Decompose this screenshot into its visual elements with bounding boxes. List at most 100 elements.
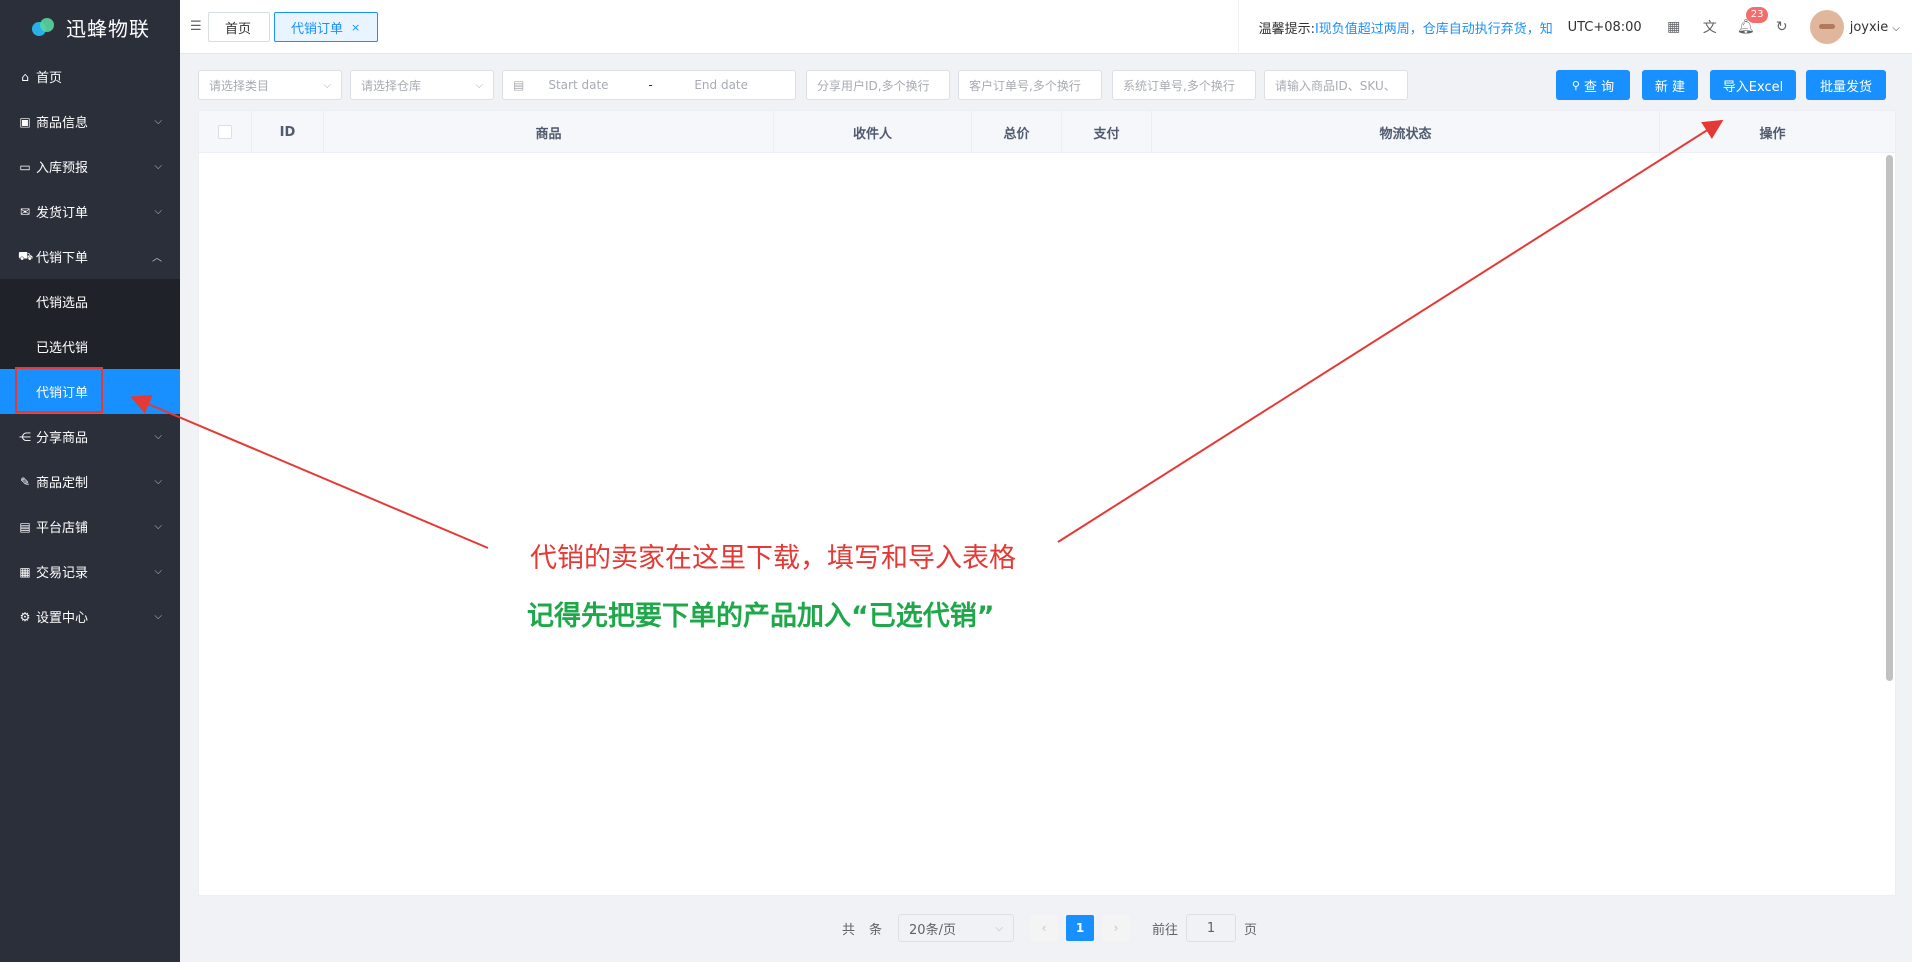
product-search-placeholder: 请输入商品ID、SKU、 [1275,78,1396,93]
column-header-payment[interactable]: 支付 [1062,111,1152,153]
start-date-input[interactable]: Start date [548,78,648,92]
grid-icon[interactable]: ▦ [1656,19,1692,35]
orders-table: ID 商品 收件人 总价 支付 物流状态 操作 [198,110,1896,896]
logo[interactable]: 迅蜂物联 [0,0,180,54]
top-header: ☰ 首页 代销订单 × 温馨提示: I现负值超过两周，仓库自动执行弃货，知 UT… [180,0,1912,54]
chevron-down-icon: ⌵ [475,79,483,91]
tab-label: 代销订单 [291,21,344,37]
column-header-total[interactable]: 总价 [972,111,1062,153]
folder-icon: ▭ [19,159,31,174]
chevron-down-icon: ⌵ [154,566,162,577]
settings-icon: ⚙ [19,609,31,624]
warehouse-select[interactable]: 请选择仓库 ⌵ [350,70,494,100]
page-number-current[interactable]: 1 [1066,915,1095,941]
table-scrollbar[interactable] [1886,155,1893,681]
column-header-recipient[interactable]: 收件人 [774,111,972,153]
sidebar-item-shipping-orders[interactable]: ✉ 发货订单 ⌵ [0,189,180,234]
chevron-down-icon: ⌵ [323,79,331,91]
sidebar-item-label: 发货订单 [36,206,89,221]
system-order-input[interactable]: 系统订单号,多个换行 [1112,70,1256,100]
sidebar: 迅蜂物联 ⌂ 首页 ▣ 商品信息 ⌵ ▭ 入库预报 ⌵ ✉ 发货订单 ⌵ ⛟ 代… [0,0,180,962]
tab-consignment-orders[interactable]: 代销订单 × [274,12,378,42]
calendar-icon: ▤ [513,78,525,92]
query-button[interactable]: ⚲ 查 询 [1556,70,1630,100]
page-suffix: 页 [1244,922,1258,938]
sidebar-item-home[interactable]: ⌂ 首页 [0,54,180,99]
annotation-reminder: 记得先把要下单的产品加入“已选代销” [527,601,995,632]
logo-icon [30,16,58,38]
chevron-up-icon: ︿ [152,253,162,264]
column-header-product[interactable]: 商品 [324,111,774,153]
share-icon: ⋲ [19,429,31,444]
chevron-left-icon: ‹ [1041,921,1047,935]
sidebar-item-share-products[interactable]: ⋲ 分享商品 ⌵ [0,414,180,459]
filter-toolbar: 请选择类目 ⌵ 请选择仓库 ⌵ ▤ Start date - End date 分享… [198,70,1898,102]
date-separator: - [648,78,653,92]
batch-ship-button[interactable]: 批量发货 [1806,70,1886,100]
sidebar-item-transactions[interactable]: ▦ 交易记录 ⌵ [0,549,180,594]
sidebar-item-customization[interactable]: ✎ 商品定制 ⌵ [0,459,180,504]
translate-icon[interactable]: 文 [1692,17,1728,37]
prev-page-button[interactable]: ‹ [1030,915,1059,941]
customer-order-input[interactable]: 客户订单号,多个换行 [958,70,1102,100]
collapse-menu-icon[interactable]: ☰ [190,19,202,34]
select-all-checkbox[interactable] [218,125,232,139]
pagination: 共 条 20条/页 ⌵ ‹ 1 › 前往 1 页 [842,914,1257,942]
sidebar-item-platform-stores[interactable]: ▤ 平台店铺 ⌵ [0,504,180,549]
category-placeholder: 请选择类目 [209,78,270,93]
date-range-picker[interactable]: ▤ Start date - End date [502,70,796,100]
page-size-select[interactable]: 20条/页 ⌵ [898,914,1015,942]
sidebar-item-product-info[interactable]: ▣ 商品信息 ⌵ [0,99,180,144]
username[interactable]: joyxie ⌵ [1850,20,1900,35]
create-button[interactable]: 新 建 [1642,70,1698,100]
avatar[interactable] [1809,10,1844,44]
category-select[interactable]: 请选择类目 ⌵ [198,70,342,100]
goto-page-input[interactable]: 1 [1186,914,1237,942]
share-user-placeholder: 分享用户ID,多个换行 [817,78,930,93]
tab-label: 首页 [225,21,252,37]
import-excel-button[interactable]: 导入Excel [1710,70,1796,100]
sidebar-item-label: 首页 [36,71,63,86]
notice-text: I现负值超过两周，仓库自动执行弃货，知 [1314,21,1553,37]
chevron-down-icon: ⌵ [154,161,162,172]
column-header-actions[interactable]: 操作 [1660,111,1885,153]
sidebar-item-selected-consignment[interactable]: 已选代销 [0,324,180,369]
sidebar-item-label: 代销选品 [36,296,89,311]
column-header-logistics[interactable]: 物流状态 [1152,111,1660,153]
mail-icon: ✉ [19,204,31,219]
gift-icon: ▣ [19,114,31,129]
next-page-button[interactable]: › [1102,915,1131,941]
end-date-input[interactable]: End date [694,78,748,92]
sidebar-item-inbound-forecast[interactable]: ▭ 入库预报 ⌵ [0,144,180,189]
table-header: ID 商品 收件人 总价 支付 物流状态 操作 [199,111,1895,153]
sidebar-item-label: 代销下单 [36,251,89,266]
create-label: 新 建 [1654,79,1686,95]
refresh-icon[interactable]: ↻ [1764,19,1800,35]
tab-home[interactable]: 首页 [208,12,270,42]
sidebar-item-label: 入库预报 [36,161,89,176]
notice-marquee: 温馨提示: I现负值超过两周，仓库自动执行弃货，知 [1237,0,1558,54]
sidebar-item-label: 交易记录 [36,566,89,581]
column-header-id[interactable]: ID [252,111,324,153]
product-search-input[interactable]: 请输入商品ID、SKU、 [1264,70,1408,100]
total-suffix: 条 [869,922,883,938]
sidebar-item-label: 已选代销 [36,341,89,356]
sidebar-item-label: 商品定制 [36,476,89,491]
sidebar-item-consignment-select[interactable]: 代销选品 [0,279,180,324]
close-icon[interactable]: × [351,21,360,34]
chevron-down-icon: ⌵ [154,431,162,442]
chevron-right-icon: › [1113,921,1119,935]
query-label: 查 询 [1583,79,1615,95]
timezone-label: UTC+08:00 [1567,19,1642,35]
notice-label: 温馨提示: [1258,21,1315,37]
sidebar-item-consignment[interactable]: ⛟ 代销下单 ︿ [0,234,180,279]
chevron-down-icon: ⌵ [154,206,162,217]
sidebar-item-settings[interactable]: ⚙ 设置中心 ⌵ [0,594,180,639]
chevron-down-icon: ⌵ [1892,22,1900,34]
bell-icon[interactable]: 🔔︎ 23 [1728,7,1769,35]
share-user-id-input[interactable]: 分享用户ID,多个换行 [806,70,950,100]
chevron-down-icon: ⌵ [995,922,1004,934]
goto-label: 前往 [1152,922,1179,938]
chevron-down-icon: ⌵ [154,476,162,487]
warehouse-placeholder: 请选择仓库 [361,78,422,93]
